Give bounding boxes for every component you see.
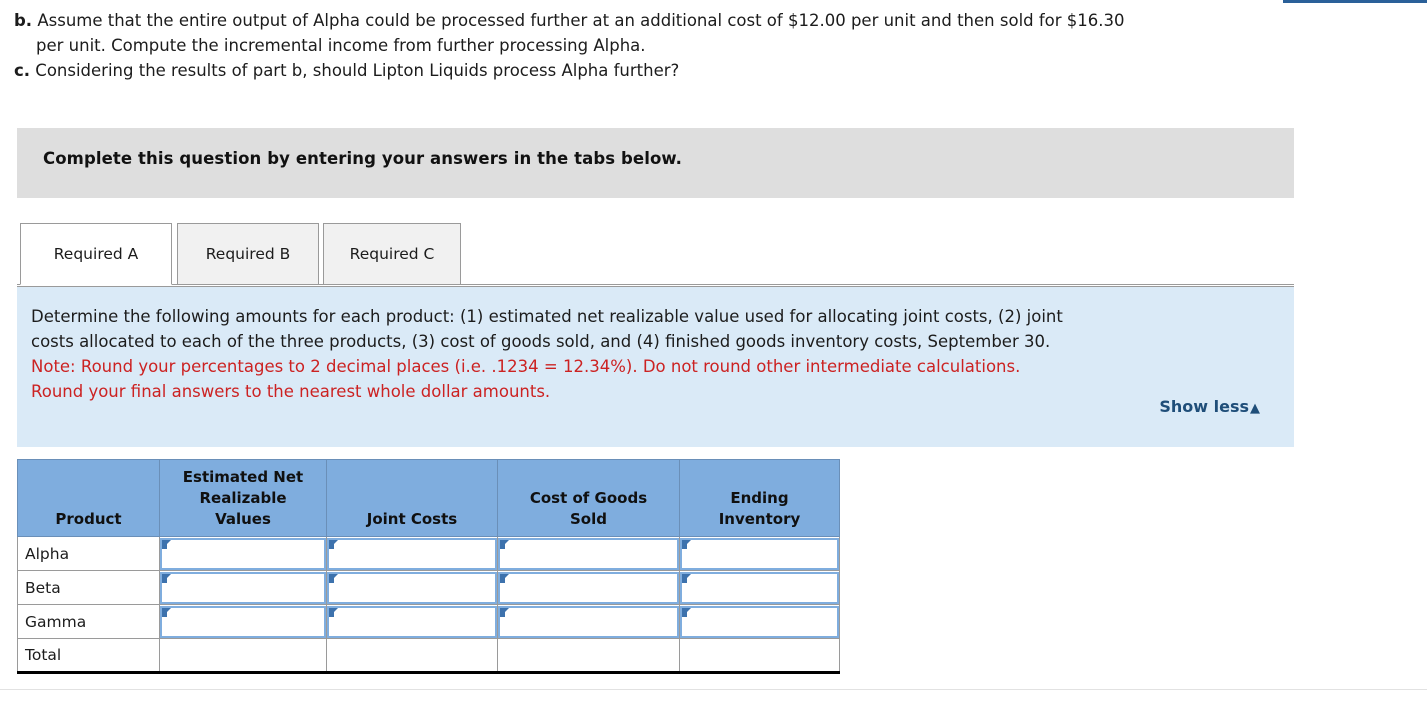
column-header-estimated-net-realizable-values: Estimated Net Realizable Values <box>159 459 327 537</box>
cell-alpha-cogs[interactable] <box>497 536 680 571</box>
requirement-tabs: Required A Required B Required C <box>17 222 1294 285</box>
input-beta-cogs[interactable] <box>498 571 679 604</box>
question-part-c-line-1: c. Considering the results of part b, sh… <box>14 58 1414 83</box>
input-gamma-cogs[interactable] <box>498 605 679 638</box>
cell-total-ending-inventory <box>679 638 840 674</box>
show-less-label: Show less <box>1159 397 1249 416</box>
table-row-total: Total <box>17 638 840 674</box>
column-header-ending-line-2: Inventory <box>718 510 801 528</box>
row-label-total: Total <box>17 638 160 674</box>
cell-total-cogs <box>497 638 680 674</box>
row-label-gamma: Gamma <box>17 604 160 639</box>
instruction-text: Determine the following amounts for each… <box>31 304 1281 404</box>
input-beta-ending-inventory[interactable] <box>680 571 839 604</box>
column-header-enrv-line-2: Realizable <box>199 489 287 507</box>
table-row: Alpha <box>17 536 840 571</box>
tab-required-c[interactable]: Required C <box>323 223 461 285</box>
instruction-note-line-1: Note: Round your percentages to 2 decima… <box>31 357 1021 376</box>
top-blue-rule <box>1283 0 1427 3</box>
cell-beta-cogs[interactable] <box>497 570 680 605</box>
row-label-alpha: Alpha <box>17 536 160 571</box>
cell-alpha-ending-inventory[interactable] <box>679 536 840 571</box>
complete-question-banner: Complete this question by entering your … <box>17 128 1294 198</box>
tab-required-a-label: Required A <box>53 245 139 263</box>
cell-gamma-cogs[interactable] <box>497 604 680 639</box>
input-beta-enrv[interactable] <box>160 571 326 604</box>
bottom-separator <box>0 689 1427 690</box>
input-gamma-joint-costs[interactable] <box>327 605 497 638</box>
instruction-panel: Determine the following amounts for each… <box>17 286 1294 447</box>
cell-gamma-joint-costs[interactable] <box>326 604 498 639</box>
input-beta-joint-costs[interactable] <box>327 571 497 604</box>
instruction-line-1: Determine the following amounts for each… <box>31 307 1063 326</box>
cell-alpha-enrv[interactable] <box>159 536 327 571</box>
table-header: Product Estimated Net Realizable Values … <box>17 459 840 537</box>
column-header-ending-line-1: Ending <box>730 489 789 507</box>
joint-cost-allocation-table: Product Estimated Net Realizable Values … <box>17 459 840 674</box>
cell-gamma-enrv[interactable] <box>159 604 327 639</box>
input-gamma-enrv[interactable] <box>160 605 326 638</box>
tab-required-b[interactable]: Required B <box>177 223 319 285</box>
column-header-product: Product <box>17 459 160 537</box>
instruction-note-line-2: Round your final answers to the nearest … <box>31 382 551 401</box>
column-header-ending-inventory: Ending Inventory <box>679 459 840 537</box>
table-row: Beta <box>17 570 840 605</box>
cell-total-joint-costs <box>326 638 498 674</box>
input-alpha-enrv[interactable] <box>160 537 326 570</box>
part-c-marker: c. <box>14 61 31 80</box>
column-header-cost-of-goods-sold: Cost of Goods Sold <box>497 459 680 537</box>
table-body: Alpha Beta Gamma Total <box>17 536 840 674</box>
part-b-marker: b. <box>14 11 33 30</box>
row-label-beta: Beta <box>17 570 160 605</box>
input-alpha-cogs[interactable] <box>498 537 679 570</box>
question-part-b-line-1: b. Assume that the entire output of Alph… <box>14 8 1414 33</box>
cell-gamma-ending-inventory[interactable] <box>679 604 840 639</box>
input-alpha-ending-inventory[interactable] <box>680 537 839 570</box>
question-part-b-line-2: per unit. Compute the incremental income… <box>36 36 646 55</box>
table-header-row: Product Estimated Net Realizable Values … <box>17 459 840 537</box>
cell-alpha-joint-costs[interactable] <box>326 536 498 571</box>
table-row: Gamma <box>17 604 840 639</box>
part-b-text-1: Assume that the entire output of Alpha c… <box>32 11 1125 30</box>
input-alpha-joint-costs[interactable] <box>327 537 497 570</box>
column-header-enrv-line-3: Values <box>215 510 271 528</box>
caret-up-icon: ▲ <box>1250 401 1260 416</box>
question-text-block: b. Assume that the entire output of Alph… <box>14 8 1414 83</box>
cell-beta-enrv[interactable] <box>159 570 327 605</box>
show-less-toggle[interactable]: Show less▲ <box>1159 397 1260 416</box>
instruction-line-2: costs allocated to each of the three pro… <box>31 332 1051 351</box>
column-header-cogs-line-2: Sold <box>570 510 607 528</box>
cell-beta-joint-costs[interactable] <box>326 570 498 605</box>
cell-beta-ending-inventory[interactable] <box>679 570 840 605</box>
input-gamma-ending-inventory[interactable] <box>680 605 839 638</box>
complete-question-banner-text: Complete this question by entering your … <box>43 149 683 168</box>
cell-total-enrv <box>159 638 327 674</box>
tab-required-b-label: Required B <box>205 245 291 263</box>
tab-required-c-label: Required C <box>349 245 435 263</box>
column-header-joint-costs: Joint Costs <box>326 459 498 537</box>
column-header-cogs-line-1: Cost of Goods <box>529 489 648 507</box>
column-header-enrv-line-1: Estimated Net <box>182 468 304 486</box>
part-c-text-1: Considering the results of part b, shoul… <box>30 61 680 80</box>
tab-required-a[interactable]: Required A <box>20 223 172 285</box>
